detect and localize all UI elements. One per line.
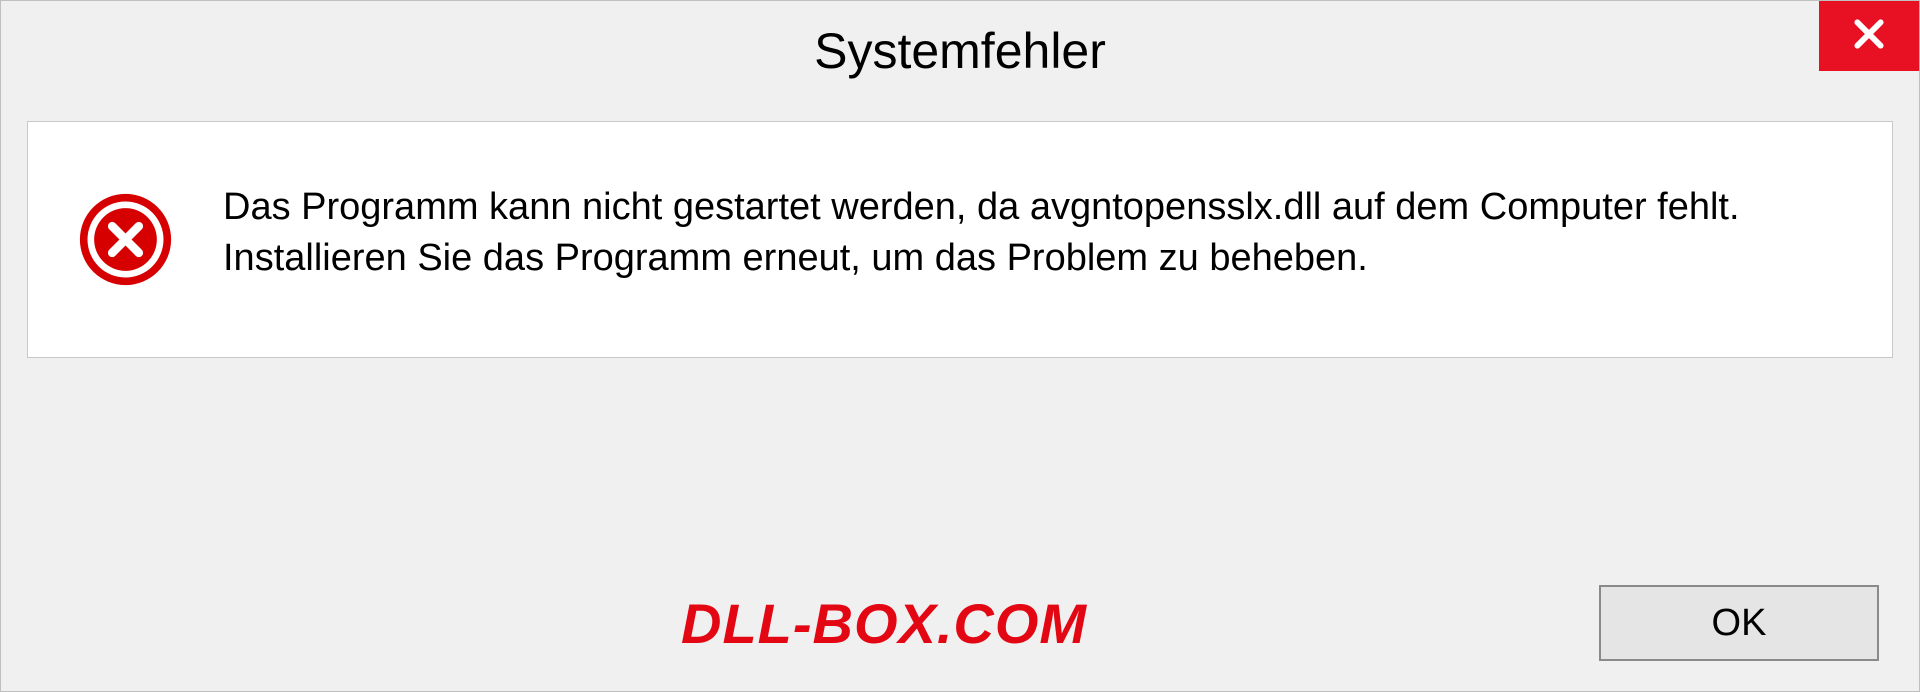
content-area: Das Programm kann nicht gestartet werden… [27,121,1893,358]
ok-button-label: OK [1712,602,1767,645]
error-message: Das Programm kann nicht gestartet werden… [223,182,1842,285]
close-button[interactable] [1819,1,1919,71]
watermark-text: DLL-BOX.COM [681,591,1087,656]
ok-button[interactable]: OK [1599,585,1879,661]
dialog-title: Systemfehler [814,22,1106,80]
error-dialog: Systemfehler Das Programm kann nicht ges… [0,0,1920,692]
titlebar: Systemfehler [1,1,1919,101]
close-icon [1849,14,1889,59]
error-icon [78,192,173,287]
footer: DLL-BOX.COM OK [1,585,1919,661]
